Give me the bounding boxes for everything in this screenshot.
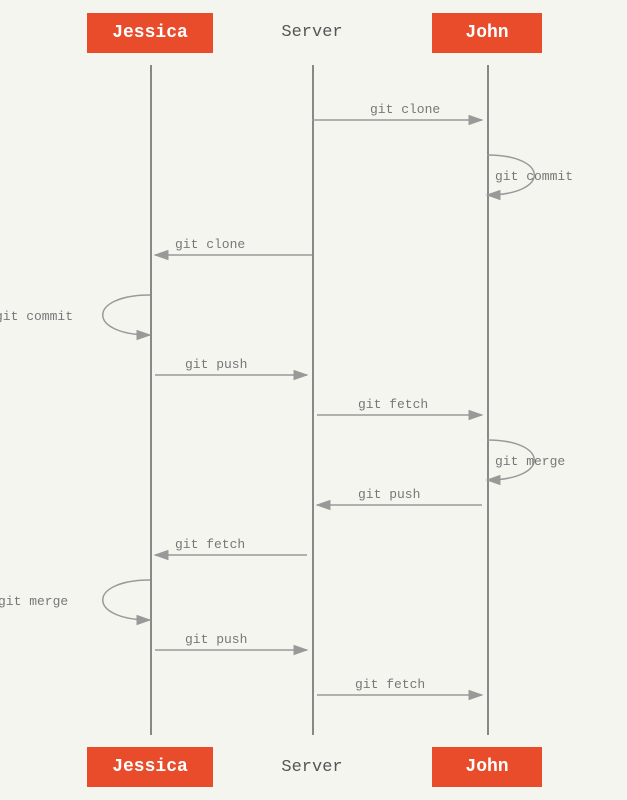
label-git-commit-jessica: git commit [0,309,73,324]
actor-jessica-top: Jessica [87,13,213,53]
arrow-git-commit-john [487,155,534,195]
actor-server-top: Server [257,13,367,52]
label-git-push-jessica: git push [185,357,247,372]
arrow-git-merge-john [487,440,534,480]
actor-john-bottom: John [432,747,542,787]
label-git-commit-john: git commit [495,169,573,184]
arrow-git-commit-jessica [103,295,150,335]
actor-server-bottom: Server [257,748,367,787]
label-git-push-john: git push [358,487,420,502]
label-git-fetch-jessica: git fetch [175,537,245,552]
lifeline-jessica [150,65,152,735]
label-git-clone-jessica: git clone [175,237,245,252]
label-git-fetch-john: git fetch [358,397,428,412]
lifeline-server [312,65,314,735]
label-git-fetch-john2: git fetch [355,677,425,692]
label-git-merge-john: git merge [495,454,565,469]
lifeline-john [487,65,489,735]
label-git-merge-jessica: git merge [0,594,68,609]
diagram-container: Jessica Server John Jessica Server John … [0,0,627,800]
actor-jessica-bottom: Jessica [87,747,213,787]
actor-john-top: John [432,13,542,53]
arrow-git-merge-jessica [103,580,150,620]
label-git-push-jessica2: git push [185,632,247,647]
label-git-clone-john: git clone [370,102,440,117]
